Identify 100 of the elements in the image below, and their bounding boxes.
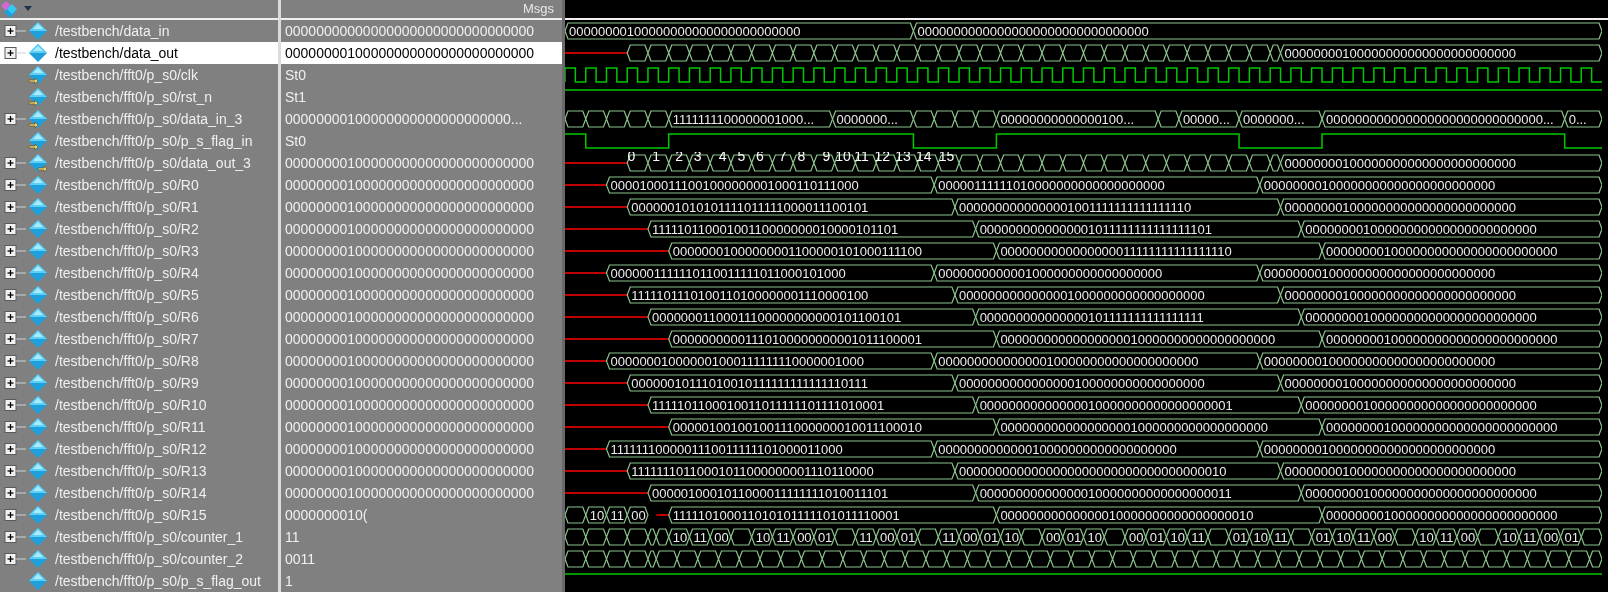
value-row[interactable]: St0	[281, 64, 562, 86]
signal-row[interactable]: /testbench/fft0/p_s0/R14	[0, 482, 278, 504]
signal-row[interactable]: /testbench/fft0/p_s0/R1	[0, 196, 278, 218]
bus-segment: 00	[958, 528, 981, 546]
signal-value: 00000000100000000000000000000000	[285, 263, 535, 283]
index-label: 3	[693, 152, 702, 164]
signal-name: /testbench/fft0/p_s0/R13	[54, 461, 207, 481]
value-row[interactable]: 00000000100000000000000000000000	[281, 196, 562, 218]
value-row[interactable]: 00000000000000000000000000000000	[281, 20, 562, 42]
signal-row[interactable]: /testbench/data_out	[0, 42, 278, 64]
signal-value: 00000000100000000000000000000000	[285, 43, 535, 63]
value-row[interactable]: 1	[281, 570, 562, 592]
expand-icon[interactable]	[4, 267, 26, 279]
bus-segment: 00000000100000000000000000000000	[1300, 220, 1602, 238]
signal-row[interactable]: /testbench/fft0/p_s0/counter_2	[0, 548, 278, 570]
signal-row[interactable]: /testbench/fft0/p_s0/clk	[0, 64, 278, 86]
expand-icon[interactable]	[4, 47, 26, 59]
signal-row[interactable]: /testbench/fft0/p_s0/rst_n	[0, 86, 278, 108]
bus-segment: 00000000100000000000000000000000	[1321, 242, 1602, 260]
value-row[interactable]: 00000000100000000000000000000000	[281, 306, 562, 328]
signal-row[interactable]: /testbench/fft0/p_s0/R3	[0, 240, 278, 262]
value-row[interactable]: 00000000100000000000000000000000	[281, 152, 562, 174]
value-row[interactable]: 00000000100000000000000000000000	[281, 42, 562, 64]
bus-segment: 000000000000000100000000000000000000	[933, 352, 1261, 370]
expand-icon[interactable]	[4, 443, 26, 455]
signal-row[interactable]: /testbench/fft0/p_s0/R2	[0, 218, 278, 240]
signal-row[interactable]: /testbench/fft0/p_s0/R11	[0, 416, 278, 438]
value-row[interactable]: 0011	[281, 548, 562, 570]
value-row[interactable]: 0000000010(	[281, 504, 562, 526]
signal-row[interactable]: /testbench/fft0/p_s0/R5	[0, 284, 278, 306]
value-row[interactable]: St0	[281, 130, 562, 152]
expand-icon[interactable]	[4, 531, 26, 543]
signal-row[interactable]: /testbench/fft0/p_s0/R4	[0, 262, 278, 284]
expand-icon[interactable]	[4, 465, 26, 477]
expand-icon[interactable]	[4, 311, 26, 323]
expand-icon[interactable]	[4, 25, 26, 37]
value-row[interactable]: 00000000100000000000000000000000	[281, 416, 562, 438]
value-row[interactable]: 00000000100000000000000000000000	[281, 328, 562, 350]
expand-icon[interactable]	[4, 113, 26, 125]
expand-icon[interactable]	[4, 377, 26, 389]
bus-segment: 000000010000001000111111110000001000	[605, 352, 935, 370]
value-row[interactable]: 11	[281, 526, 562, 548]
value-row[interactable]: 00000000100000000000000000000000	[281, 460, 562, 482]
expand-icon[interactable]	[4, 487, 26, 499]
expand-icon[interactable]	[4, 157, 26, 169]
bus-segment: 10	[999, 528, 1022, 546]
bus-segment: 00000...	[1178, 110, 1240, 128]
expand-icon[interactable]	[4, 399, 26, 411]
signal-row[interactable]: /testbench/fft0/p_s0/R13	[0, 460, 278, 482]
value-row[interactable]: 00000000100000000000000000000000	[281, 218, 562, 240]
index-label: 6	[756, 152, 764, 164]
signal-row[interactable]: /testbench/fft0/p_s0/R10	[0, 394, 278, 416]
expand-icon[interactable]	[4, 333, 26, 345]
expand-icon[interactable]	[4, 509, 26, 521]
expand-icon[interactable]	[4, 223, 26, 235]
signal-row[interactable]: /testbench/fft0/p_s0/R15	[0, 504, 278, 526]
bus-segment: 01	[813, 528, 836, 546]
value-row[interactable]: 00000000100000000000000000000000	[281, 394, 562, 416]
signal-name: /testbench/fft0/p_s0/R5	[54, 285, 199, 305]
value-row[interactable]: 00000000100000000000000000000000	[281, 174, 562, 196]
signal-row[interactable]: /testbench/fft0/p_s0/p_s_flag_out	[0, 570, 278, 592]
column-title: Msgs	[522, 0, 554, 19]
signal-name: /testbench/fft0/p_s0/R9	[54, 373, 199, 393]
bus-segment: 1111111100000001000...	[668, 110, 834, 128]
value-row[interactable]: 00000000100000000000000000000000	[281, 350, 562, 372]
value-row[interactable]: 00000000100000000000000000000000	[281, 482, 562, 504]
signal-row[interactable]: /testbench/fft0/p_s0/R8	[0, 350, 278, 372]
signal-row[interactable]: /testbench/fft0/p_s0/R0	[0, 174, 278, 196]
bus-segment: 111110100011010101111101011110001	[668, 506, 998, 524]
signal-value: 00000000100000000000000000000000	[285, 307, 535, 327]
signal-row[interactable]: /testbench/fft0/p_s0/R6	[0, 306, 278, 328]
signal-row[interactable]: /testbench/fft0/p_s0/R9	[0, 372, 278, 394]
signal-row[interactable]: /testbench/fft0/p_s0/counter_1	[0, 526, 278, 548]
expand-icon[interactable]	[4, 421, 26, 433]
signal-row[interactable]: /testbench/fft0/p_s0/p_s_flag_in	[0, 130, 278, 152]
index-label: 14	[916, 152, 932, 164]
expand-icon[interactable]	[4, 245, 26, 257]
signal-row[interactable]: /testbench/fft0/p_s0/data_out_3	[0, 152, 278, 174]
value-row[interactable]: 00000000100000000000000000000000	[281, 284, 562, 306]
bus-segment: 00000000100000000000000000000000	[1259, 440, 1602, 458]
signal-row[interactable]: /testbench/fft0/p_s0/R12	[0, 438, 278, 460]
value-row[interactable]: 00000000100000000000000000000000	[281, 262, 562, 284]
value-row[interactable]: 00000000100000000000000000000000	[281, 438, 562, 460]
expand-icon[interactable]	[4, 553, 26, 565]
expand-icon[interactable]	[4, 201, 26, 213]
signal-name: /testbench/fft0/p_s0/R15	[54, 505, 207, 525]
signal-row[interactable]: /testbench/fft0/p_s0/data_in_3	[0, 108, 278, 130]
value-row[interactable]: 00000000100000000000000000000000	[281, 240, 562, 262]
value-row[interactable]: 00000000100000000000000000000...	[281, 108, 562, 130]
bus-segment: 11	[605, 506, 628, 524]
expand-icon[interactable]	[4, 355, 26, 367]
value-row[interactable]: 00000000100000000000000000000000	[281, 372, 562, 394]
signal-value: 00000000100000000000000000000000	[285, 417, 535, 437]
signal-row[interactable]: /testbench/fft0/p_s0/R7	[0, 328, 278, 350]
expand-icon[interactable]	[4, 179, 26, 191]
bus-segment: 10	[585, 506, 608, 524]
expand-icon[interactable]	[4, 289, 26, 301]
value-row[interactable]: St1	[281, 86, 562, 108]
signal-row[interactable]: /testbench/data_in	[0, 20, 278, 42]
caret-icon[interactable]	[24, 6, 32, 12]
